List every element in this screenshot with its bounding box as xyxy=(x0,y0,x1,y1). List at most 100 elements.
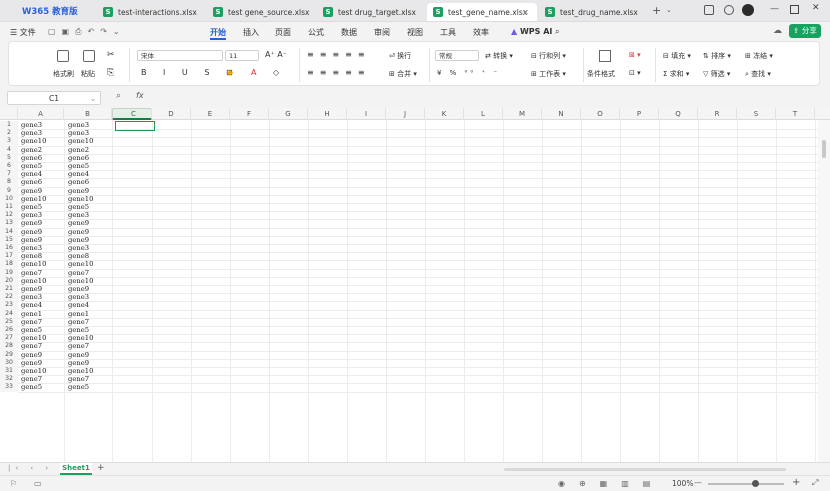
row-header[interactable]: 9 xyxy=(0,186,18,195)
cell-b[interactable]: gene10 xyxy=(68,195,93,203)
cell-a[interactable]: gene5 xyxy=(21,326,42,334)
cell-b[interactable]: gene7 xyxy=(68,269,89,277)
cell-b[interactable]: gene3 xyxy=(68,129,89,137)
row-header[interactable]: 15 xyxy=(0,235,18,244)
cell-a[interactable]: gene3 xyxy=(21,129,42,137)
row-header[interactable]: 30 xyxy=(0,358,18,367)
column-header-m[interactable]: M xyxy=(503,108,542,120)
cell-a[interactable]: gene1 xyxy=(21,310,42,318)
number-format-buttons[interactable]: ¥ % ⁰⁰ ⁺ ⁻ xyxy=(437,69,500,77)
row-header[interactable]: 31 xyxy=(0,367,18,376)
cell-b[interactable]: gene9 xyxy=(68,359,89,367)
cell-b[interactable]: gene3 xyxy=(68,121,89,129)
row-header[interactable]: 2 xyxy=(0,129,18,138)
row-header[interactable]: 28 xyxy=(0,342,18,351)
row-header[interactable]: 24 xyxy=(0,309,18,318)
macro-icon[interactable]: ⚐ xyxy=(10,479,17,488)
cell-b[interactable]: gene10 xyxy=(68,277,93,285)
row-header[interactable]: 21 xyxy=(0,285,18,294)
worksheet-button[interactable]: ⊞ 工作表 ▾ xyxy=(531,69,566,79)
font-grow-icon[interactable]: A⁺ A⁻ xyxy=(265,50,287,59)
cell-a[interactable]: gene3 xyxy=(21,293,42,301)
name-box[interactable]: C1 ⌄ xyxy=(7,91,101,105)
fill-button[interactable]: ⊟ 填充 ▾ xyxy=(663,51,691,61)
column-header-h[interactable]: H xyxy=(308,108,347,120)
cell-b[interactable]: gene3 xyxy=(68,244,89,252)
cell-b[interactable]: gene7 xyxy=(68,318,89,326)
menu-formula[interactable]: 公式 xyxy=(308,27,324,38)
conditional-format-button[interactable]: 条件格式 xyxy=(587,69,615,79)
avatar[interactable] xyxy=(742,4,754,16)
cell-a[interactable]: gene7 xyxy=(21,269,42,277)
file-tab-gene-source[interactable]: Stest gene_source.xlsx xyxy=(207,3,315,21)
format-painter-button[interactable]: 格式刷 xyxy=(53,69,74,79)
selected-cell[interactable] xyxy=(115,121,155,131)
column-header-s[interactable]: S xyxy=(737,108,776,120)
cell-b[interactable]: gene10 xyxy=(68,137,93,145)
cell-b[interactable]: gene5 xyxy=(68,203,89,211)
search-icon[interactable]: ⌕ xyxy=(555,27,559,37)
row-header[interactable]: 19 xyxy=(0,268,18,277)
horizontal-scrollbar[interactable] xyxy=(504,468,786,471)
zoom-formula-icon[interactable]: ⌕ xyxy=(116,91,121,101)
column-header-o[interactable]: O xyxy=(581,108,620,120)
merge-cells-button[interactable]: ⊞ 合并 ▾ xyxy=(389,69,417,79)
style-icon[interactable]: ⊠ ▾ xyxy=(629,51,641,59)
wps-ai-button[interactable]: ▲ WPS AI xyxy=(511,27,552,36)
cell-b[interactable]: gene7 xyxy=(68,342,89,350)
cell-b[interactable]: gene7 xyxy=(68,375,89,383)
row-header[interactable]: 22 xyxy=(0,293,18,302)
cell-a[interactable]: gene4 xyxy=(21,170,42,178)
share-button[interactable]: ⇪ 分享 xyxy=(789,24,821,38)
chevron-down-icon[interactable]: ⌄ xyxy=(666,6,672,14)
row-header[interactable]: 3 xyxy=(0,137,18,146)
file-tab-interactions[interactable]: Stest-interactions.xlsx xyxy=(97,3,205,21)
row-header[interactable]: 13 xyxy=(0,219,18,228)
page-icon[interactable]: ▭ xyxy=(34,479,42,488)
rows-cols-button[interactable]: ⊟ 行和列 ▾ xyxy=(531,51,566,61)
menu-view[interactable]: 视图 xyxy=(407,27,423,38)
zoom-in-icon[interactable]: + xyxy=(792,477,800,488)
align-buttons-top[interactable]: ≡≡≡≡≡ xyxy=(307,50,371,59)
menu-review[interactable]: 审阅 xyxy=(374,27,390,38)
cell-b[interactable]: gene10 xyxy=(68,334,93,342)
cell-a[interactable]: gene10 xyxy=(21,277,46,285)
row-header[interactable]: 25 xyxy=(0,317,18,326)
zoom-out-icon[interactable]: — xyxy=(694,478,702,487)
column-header-r[interactable]: R xyxy=(698,108,737,120)
menu-page[interactable]: 页面 xyxy=(275,27,291,38)
file-tab-gene-name[interactable]: Stest_gene_name.xlsx ✕ xyxy=(427,3,537,21)
copy-icon[interactable]: ⎘ xyxy=(107,68,114,78)
menu-insert[interactable]: 插入 xyxy=(243,27,259,38)
row-header[interactable]: 11 xyxy=(0,203,18,212)
filter-button[interactable]: ▽ 筛选 ▾ xyxy=(703,69,730,79)
column-header-q[interactable]: Q xyxy=(659,108,698,120)
app-logo[interactable]: W365 教育版 xyxy=(22,5,78,17)
cut-icon[interactable]: ✂ xyxy=(107,50,115,60)
fx-icon[interactable]: fx xyxy=(136,91,144,100)
cell-b[interactable]: gene4 xyxy=(68,301,89,309)
font-size-select[interactable]: 11 xyxy=(225,50,259,61)
cell-a[interactable]: gene6 xyxy=(21,154,42,162)
row-header[interactable]: 8 xyxy=(0,178,18,187)
add-sheet-icon[interactable]: + xyxy=(97,463,105,473)
wrap-text-button[interactable]: ⏎ 换行 xyxy=(389,51,411,61)
column-header-p[interactable]: P xyxy=(620,108,659,120)
cell-b[interactable]: gene10 xyxy=(68,367,93,375)
cell-icon[interactable]: ⊡ ▾ xyxy=(629,69,641,77)
highlight-icon[interactable]: ◆ xyxy=(227,68,233,77)
cell-b[interactable]: gene9 xyxy=(68,228,89,236)
column-header-t[interactable]: T xyxy=(776,108,815,120)
row-header[interactable]: 20 xyxy=(0,276,18,285)
cell-b[interactable]: gene1 xyxy=(68,310,89,318)
file-tab-drug-target[interactable]: Stest drug_target.xlsx xyxy=(317,3,425,21)
cell-b[interactable]: gene3 xyxy=(68,211,89,219)
cell-b[interactable]: gene6 xyxy=(68,178,89,186)
cell-b[interactable]: gene6 xyxy=(68,154,89,162)
cell-a[interactable]: gene9 xyxy=(21,351,42,359)
cell-a[interactable]: gene3 xyxy=(21,121,42,129)
cell-b[interactable]: gene5 xyxy=(68,326,89,334)
column-header-f[interactable]: F xyxy=(230,108,269,120)
file-tab-drug-name[interactable]: Stest_drug_name.xlsx xyxy=(539,3,647,21)
cell-b[interactable]: gene3 xyxy=(68,293,89,301)
